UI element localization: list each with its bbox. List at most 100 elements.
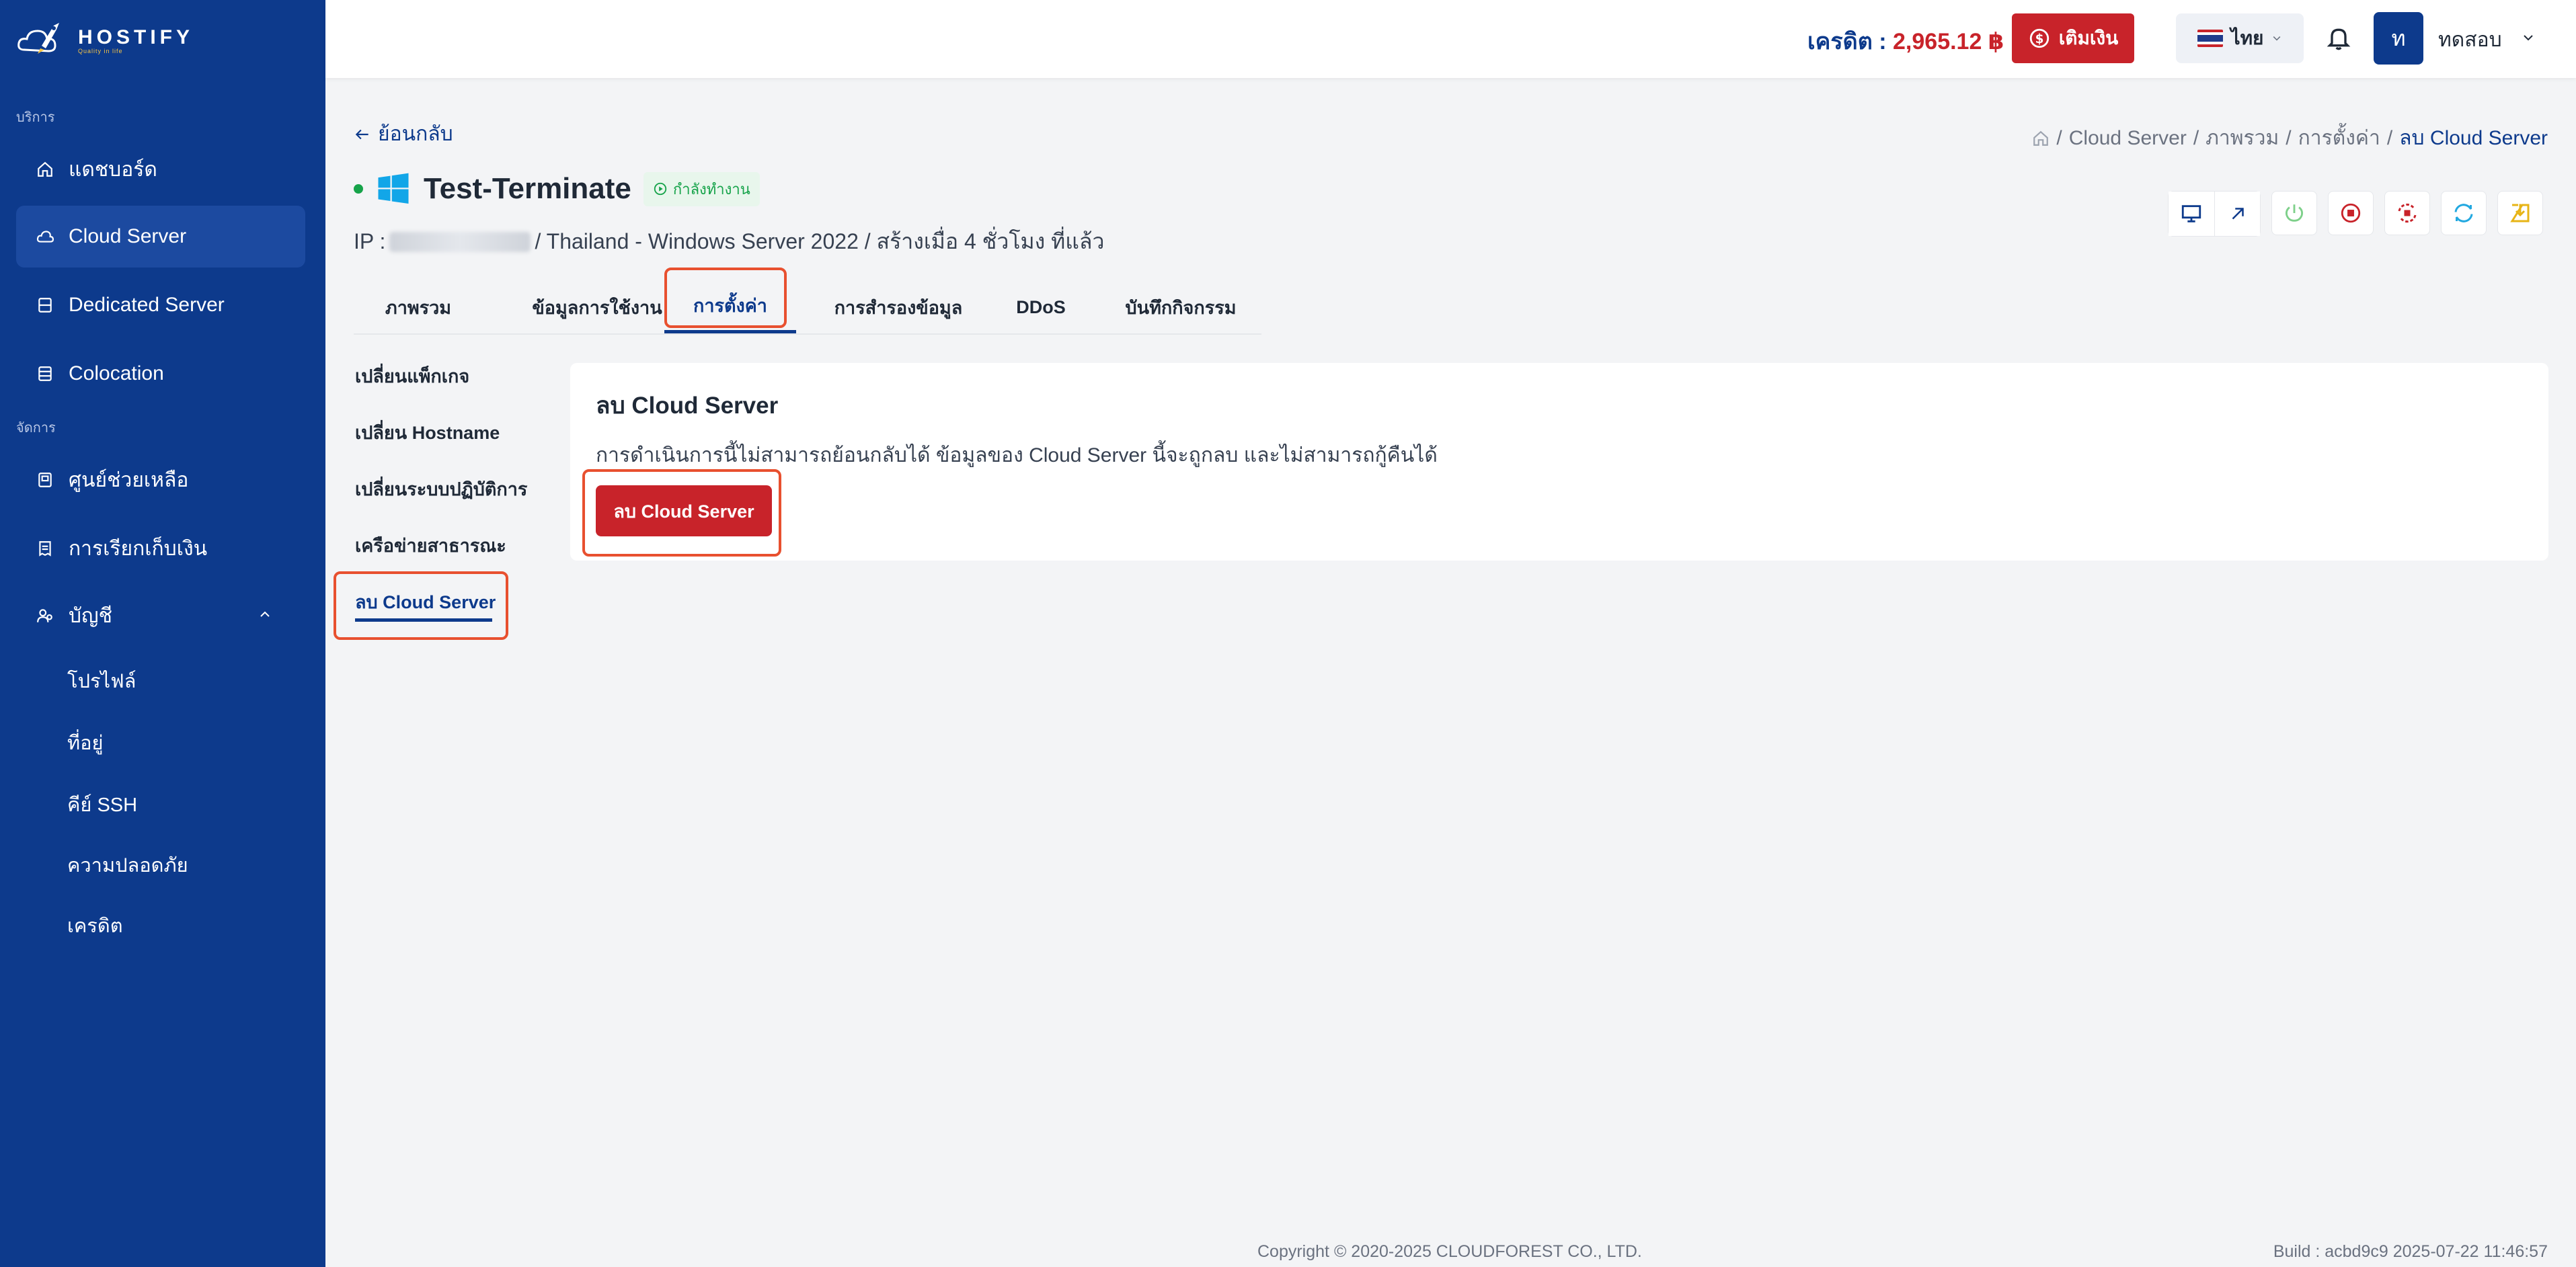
back-link[interactable]: ย้อนกลับ <box>354 118 453 150</box>
sidebar-item-cloud-server[interactable]: Cloud Server <box>16 206 305 268</box>
receipt-icon <box>39 541 51 557</box>
sidebar-sub-ssh-key[interactable]: คีย์ SSH <box>67 789 137 820</box>
cloud-icon <box>36 231 54 243</box>
sidebar-item-colocation[interactable]: Colocation <box>16 343 305 405</box>
language-selector[interactable]: ไทย <box>2176 13 2304 63</box>
brand-logo[interactable]: HOSTIFY Quality in life <box>15 19 194 62</box>
home-icon <box>38 161 52 177</box>
tab-backup[interactable]: การสำรองข้อมูล <box>811 281 986 333</box>
dollar-circle-icon: $ <box>2029 28 2049 48</box>
breadcrumb: / Cloud Server / ภาพรวม / การตั้งค่า / ล… <box>2032 122 2548 154</box>
status-badge: กำลังทำงาน <box>643 171 760 206</box>
server-icon <box>38 298 52 313</box>
windows-logo-icon <box>378 173 409 204</box>
sidebar-item-label: Colocation <box>69 362 164 384</box>
server-actions <box>2168 191 2543 237</box>
power-icon <box>2285 204 2304 222</box>
download-tray-icon <box>2510 204 2530 222</box>
bell-icon[interactable] <box>2325 23 2352 52</box>
console-button[interactable] <box>2169 192 2214 236</box>
sidebar-sub-credit[interactable]: เครดิต <box>67 910 123 941</box>
footer-copyright: Copyright © 2020-2025 CLOUDFOREST CO., L… <box>1257 1242 1642 1261</box>
play-circle-icon <box>654 182 667 196</box>
sidebar-item-help-center[interactable]: ศูนย์ช่วยเหลือ <box>16 449 305 511</box>
online-dot-icon <box>354 184 363 194</box>
server-info-text: / Thailand - Windows Server 2022 / สร้าง… <box>535 229 1105 253</box>
sidebar-sub-address[interactable]: ที่อยู่ <box>67 727 104 758</box>
users-icon <box>37 609 52 622</box>
arrow-left-icon <box>355 129 368 139</box>
panel-title: ลบ Cloud Server <box>596 393 779 419</box>
sidebar-item-label: ศูนย์ช่วยเหลือ <box>69 468 189 491</box>
sidebar-item-label: Dedicated Server <box>69 294 225 316</box>
stop-button[interactable] <box>2328 191 2374 235</box>
highlight-delete-button <box>582 469 781 557</box>
tab-usage[interactable]: ข้อมูลการใช้งาน <box>506 281 689 333</box>
sidebar-item-label: บัญชี <box>69 604 112 627</box>
breadcrumb-current: ลบ Cloud Server <box>2399 127 2548 149</box>
breadcrumb-sep: / <box>2386 126 2393 149</box>
breadcrumb-sep: / <box>2193 126 2199 149</box>
console-action-group <box>2168 191 2261 237</box>
breadcrumb-sep: / <box>2286 126 2292 149</box>
thai-flag-icon <box>2197 30 2223 47</box>
section-label-service: บริการ <box>16 110 55 125</box>
chevron-down-icon[interactable] <box>2522 31 2535 44</box>
breadcrumb-settings[interactable]: การตั้งค่า <box>2298 122 2380 154</box>
home-icon[interactable] <box>2032 130 2050 147</box>
sidebar-sub-profile[interactable]: โปรไฟล์ <box>67 665 136 696</box>
refresh-icon <box>2454 204 2473 222</box>
download-button[interactable] <box>2497 191 2543 235</box>
restart-icon <box>2398 203 2417 223</box>
stop-circle-icon <box>2341 203 2361 223</box>
tab-ddos[interactable]: DDoS <box>997 281 1085 333</box>
sidebar-item-label: Cloud Server <box>69 225 187 247</box>
monitor-icon <box>2181 205 2201 222</box>
sidebar-item-dashboard[interactable]: แดชบอร์ด <box>16 138 305 200</box>
breadcrumb-sep: / <box>2056 126 2062 149</box>
submenu-change-os[interactable]: เปลี่ยนระบบปฏิบัติการ <box>355 475 527 503</box>
back-label: ย้อนกลับ <box>378 123 453 145</box>
sidebar-item-account[interactable]: บัญชี <box>16 585 305 647</box>
chevron-down-icon <box>2273 36 2281 41</box>
sidebar-item-billing[interactable]: การเรียกเก็บเงิน <box>16 518 305 579</box>
highlight-settings-tab <box>664 268 787 328</box>
power-on-button[interactable] <box>2271 191 2317 235</box>
panel-warning-text: การดำเนินการนี้ไม่สามารถย้อนกลับได้ ข้อม… <box>596 444 1438 466</box>
topup-label: เติมเงิน <box>2058 28 2119 48</box>
ip-label: IP : <box>354 229 386 253</box>
submenu-change-package[interactable]: เปลี่ยนแพ็กเกจ <box>355 362 469 391</box>
credit-value: 2,965.12 ฿ <box>1893 29 2004 54</box>
submenu-public-network[interactable]: เครือข่ายสาธารณะ <box>355 531 506 560</box>
topup-button[interactable]: $ เติมเงิน <box>2012 13 2134 63</box>
username[interactable]: ทดสอบ <box>2438 24 2502 56</box>
open-external-button[interactable] <box>2214 192 2260 236</box>
avatar[interactable]: ท <box>2374 12 2423 65</box>
brand-name: HOSTIFY <box>78 26 194 48</box>
ip-address-redacted <box>389 231 531 252</box>
server-tabs: ภาพรวม ข้อมูลการใช้งาน การตั้งค่า การสำร… <box>354 281 1261 335</box>
breadcrumb-overview[interactable]: ภาพรวม <box>2206 122 2279 154</box>
reset-button[interactable] <box>2384 191 2430 235</box>
breadcrumb-cloud-server[interactable]: Cloud Server <box>2069 127 2187 150</box>
credit-label: เครดิต : <box>1807 29 1887 54</box>
submenu-change-hostname[interactable]: เปลี่ยน Hostname <box>355 418 500 447</box>
tab-activity-log[interactable]: บันทึกกิจกรรม <box>1103 281 1259 333</box>
arrow-up-right-icon <box>2232 208 2244 220</box>
sidebar-item-label: การเรียกเก็บเงิน <box>69 537 208 560</box>
credit-display: เครดิต : 2,965.12 ฿ <box>1807 23 2004 59</box>
sidebar-sub-security[interactable]: ความปลอดภัย <box>67 850 188 881</box>
sidebar-item-dedicated-server[interactable]: Dedicated Server <box>16 274 305 336</box>
sidebar: HOSTIFY Quality in life บริการ แดชบอร์ด … <box>0 0 325 1267</box>
language-label: ไทย <box>2230 28 2264 48</box>
rocket-cloud-logo-icon <box>17 23 59 54</box>
database-icon <box>38 366 52 381</box>
chevron-up-icon <box>260 611 270 617</box>
status-label: กำลังทำงาน <box>672 180 750 198</box>
server-title-row: Test-Terminate กำลังทำงาน <box>354 171 760 207</box>
tab-overview[interactable]: ภาพรวม <box>354 281 483 333</box>
reboot-button[interactable] <box>2441 191 2487 235</box>
highlight-delete-menu <box>334 571 508 640</box>
server-info-line: IP : / Thailand - Windows Server 2022 / … <box>354 224 1104 259</box>
section-label-manage: จัดการ <box>16 421 56 436</box>
